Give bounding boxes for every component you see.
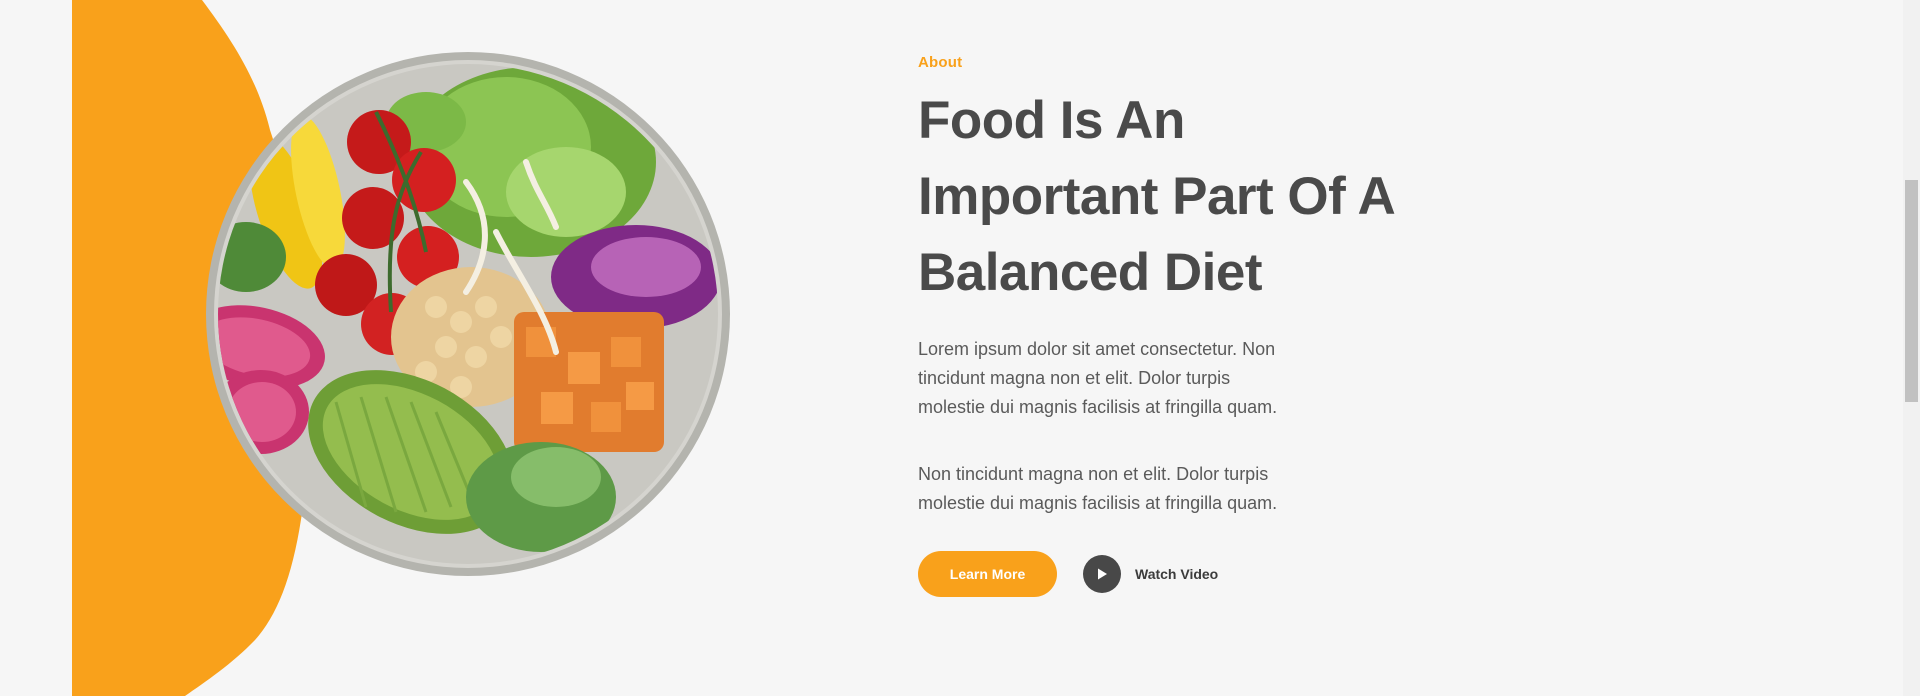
about-section: About Food Is An Important Part Of A Bal…: [0, 0, 1920, 696]
about-content: About Food Is An Important Part Of A Bal…: [918, 54, 1478, 518]
paragraph-line: Non tincidunt magna non et elit. Dolor t…: [918, 464, 1269, 484]
action-row: Learn More Watch Video: [918, 551, 1218, 597]
play-button[interactable]: [1083, 555, 1121, 593]
play-icon: [1098, 568, 1107, 580]
paragraph-line: molestie dui magnis facilisis at fringil…: [918, 493, 1278, 513]
headline-line: Important Part Of A: [918, 167, 1396, 226]
scrollbar-track[interactable]: [1903, 0, 1920, 696]
description-paragraph-2: Non tincidunt magna non et elit. Dolor t…: [918, 460, 1478, 518]
paragraph-line: tincidunt magna non et elit. Dolor turpi…: [918, 368, 1231, 388]
paragraph-line: Lorem ipsum dolor sit amet consectetur. …: [918, 339, 1276, 359]
watch-video-label: Watch Video: [1135, 566, 1219, 582]
watch-video-button[interactable]: Watch Video: [1083, 555, 1218, 593]
scrollbar-thumb[interactable]: [1905, 180, 1918, 402]
description-paragraph-1: Lorem ipsum dolor sit amet consectetur. …: [918, 335, 1478, 422]
salad-bowl-image: [206, 52, 730, 576]
section-headline: Food Is An Important Part Of A Balanced …: [918, 83, 1478, 311]
section-eyebrow: About: [918, 54, 963, 71]
paragraph-line: molestie dui magnis facilisis at fringil…: [918, 397, 1278, 417]
headline-line: Food Is An: [918, 91, 1185, 150]
headline-line: Balanced Diet: [918, 243, 1263, 302]
learn-more-button[interactable]: Learn More: [918, 551, 1057, 597]
